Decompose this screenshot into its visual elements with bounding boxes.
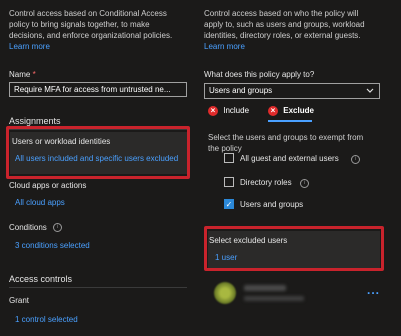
apply-to-dropdown[interactable]: Users and groups [204, 83, 380, 99]
assignments-heading: Assignments [9, 116, 61, 126]
exempt-description-line-1: Select the users and groups to exempt fr… [208, 133, 364, 142]
right-intro-line-1: Control access based on who the policy w… [204, 9, 359, 18]
cloud-apps-label: Cloud apps or actions [9, 181, 87, 190]
grant-link[interactable]: 1 control selected [15, 315, 78, 324]
grant-label: Grant [9, 296, 30, 305]
info-icon[interactable]: i [53, 223, 63, 233]
name-label: Name * [9, 70, 36, 79]
right-learn-more-link[interactable]: Learn more [204, 41, 365, 52]
redacted-user-email [244, 296, 304, 301]
right-intro-line-3: identities, directory roles, or external… [204, 31, 361, 40]
directory-roles-label: Directory roles [240, 178, 292, 187]
name-label-text: Name [9, 70, 31, 79]
tab-include[interactable]: × Include [208, 106, 249, 116]
apply-to-value: Users and groups [209, 86, 273, 95]
exclude-x-icon: × [268, 106, 278, 116]
required-asterisk: * [32, 70, 36, 79]
left-intro-line-1: Control access based on Conditional Acce… [9, 9, 167, 18]
excluded-users-highlight-box [204, 226, 384, 271]
cloud-apps-link[interactable]: All cloud apps [15, 198, 65, 207]
more-options-button[interactable]: ... [367, 283, 380, 297]
left-intro-line-2: policy to bring signals together, to mak… [9, 20, 150, 29]
right-intro-line-2: apply to, such as users and groups, work… [204, 20, 365, 29]
info-icon[interactable]: i [351, 155, 360, 164]
users-groups-checkbox[interactable]: ✓ [224, 199, 234, 209]
directory-roles-checkbox[interactable] [224, 177, 234, 187]
include-x-icon: × [208, 106, 218, 116]
redacted-user-name [244, 285, 286, 291]
conditions-label-text: Conditions [9, 223, 47, 232]
avatar [214, 282, 236, 304]
access-controls-heading: Access controls [9, 274, 73, 284]
tab-include-label: Include [223, 106, 250, 116]
access-divider [9, 287, 187, 288]
apply-to-label: What does this policy apply to? [204, 70, 315, 79]
tab-exclude-underline [268, 120, 312, 122]
users-workload-label: Users or workload identities [12, 137, 111, 146]
users-groups-label: Users and groups [240, 200, 304, 209]
tab-exclude-label: Exclude [283, 106, 314, 116]
all-guest-checkbox[interactable] [224, 153, 234, 163]
right-intro-text: Control access based on who the policy w… [204, 8, 365, 52]
left-intro-line-3: decisions, and enforce organizational po… [9, 31, 173, 40]
left-learn-more-link[interactable]: Learn more [9, 41, 172, 52]
tab-exclude[interactable]: × Exclude [268, 106, 314, 116]
left-intro-text: Control access based on Conditional Acce… [9, 8, 172, 52]
excluded-users-label: Select excluded users [209, 236, 288, 245]
exempt-description: Select the users and groups to exempt fr… [208, 132, 363, 154]
users-workload-link[interactable]: All users included and specific users ex… [15, 154, 185, 163]
chevron-down-icon [366, 87, 374, 96]
excluded-users-link[interactable]: 1 user [215, 253, 237, 262]
conditions-label: Conditions i [9, 223, 63, 233]
all-guest-label: All guest and external users [240, 154, 339, 163]
conditions-link[interactable]: 3 conditions selected [15, 241, 90, 250]
info-icon[interactable]: i [300, 179, 309, 188]
policy-name-input[interactable]: Require MFA for access from untrusted ne… [9, 82, 187, 97]
users-highlight-box [6, 126, 190, 179]
